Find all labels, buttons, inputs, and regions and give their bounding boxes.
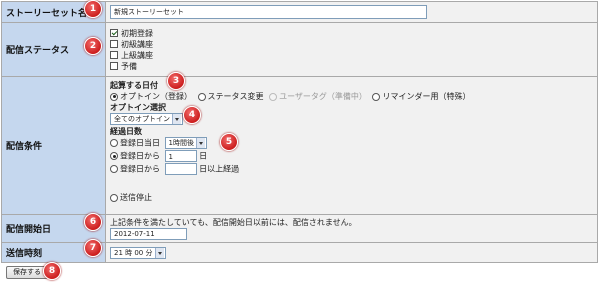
chevron-down-icon <box>154 247 164 258</box>
radio-label: ステータス変更 <box>207 92 264 101</box>
callout-badge-7: 7 <box>84 239 102 257</box>
radio-label: ユーザータグ（準備中） <box>279 92 367 101</box>
radio-label: リマインダー用（特殊） <box>382 92 471 101</box>
start-date-options: オプトイン（登録） ステータス変更 ユーザータグ（準備中） リマインダー用（特殊… <box>110 91 597 102</box>
callout-badge-2: 2 <box>84 37 102 55</box>
radio-icon[interactable] <box>197 92 206 101</box>
chevron-down-icon <box>172 114 181 124</box>
elapsed-row-2: 登録日から 1 日 <box>110 150 597 163</box>
status-option-advanced[interactable]: 上級講座 <box>110 50 597 61</box>
save-button[interactable]: 保存する <box>6 266 48 279</box>
status-option-label: 初期登録 <box>121 28 153 38</box>
checkbox-icon[interactable] <box>110 62 118 70</box>
delivery-start-note: 上記条件を満たしていても、配信開始日以前には、配信されません。 <box>110 218 357 227</box>
stop-sending-option[interactable]: 送信停止 <box>110 192 597 203</box>
elapsed-row-1: 登録日当日 1時間後 <box>110 137 597 150</box>
days-input[interactable]: 1 <box>164 150 197 162</box>
radio-label: オプトイン（登録） <box>120 92 192 101</box>
radio-label: 送信停止 <box>120 193 152 202</box>
radio-icon[interactable] <box>372 92 381 101</box>
status-option-spare[interactable]: 予備 <box>110 61 597 72</box>
story-name-input[interactable]: 新規ストーリーセット <box>110 5 427 19</box>
story-name-cell: 新規ストーリーセット <box>105 1 598 23</box>
radio-reminder[interactable]: リマインダー用（特殊） <box>372 92 470 101</box>
chevron-down-icon <box>196 138 206 148</box>
delivery-condition-label: 配信条件 <box>1 76 106 215</box>
callout-badge-8: 8 <box>43 262 61 280</box>
status-option-initial[interactable]: 初期登録 <box>110 28 597 39</box>
delivery-condition-row: 配信条件 起算する日付 オプトイン（登録） ステータス変更 ユーザータグ（準備中… <box>1 76 598 215</box>
elapsed-row-3: 登録日から 日以上経過 <box>110 163 597 176</box>
callout-badge-5: 5 <box>220 133 238 151</box>
callout-badge-1: 1 <box>84 0 102 18</box>
radio-label: 登録日から <box>120 151 160 161</box>
status-option-label: 上級講座 <box>121 50 153 60</box>
status-option-label: 初級講座 <box>121 39 153 49</box>
select-value: 21 時 00 分 <box>114 248 153 257</box>
checkbox-icon[interactable] <box>110 40 118 48</box>
radio-icon <box>269 92 278 101</box>
over-days-unit: 日以上経過 <box>199 164 240 174</box>
days-unit: 日 <box>199 151 208 161</box>
radio-optin[interactable]: オプトイン（登録） <box>110 92 192 101</box>
select-value: 全てのオプトイン <box>114 115 170 123</box>
status-option-beginner[interactable]: 初級講座 <box>110 39 597 50</box>
delivery-condition-cell: 起算する日付 オプトイン（登録） ステータス変更 ユーザータグ（準備中） リマイ… <box>105 76 598 215</box>
radio-status-change[interactable]: ステータス変更 <box>197 92 264 101</box>
send-time-cell: 21 時 00 分 <box>105 242 598 263</box>
radio-icon[interactable] <box>110 92 118 101</box>
delivery-start-cell: 上記条件を満たしていても、配信開始日以前には、配信されません。 2012-07-… <box>105 214 598 243</box>
delivery-status-cell: 初期登録 初級講座 上級講座 予備 <box>105 22 598 77</box>
over-days-input[interactable] <box>164 163 197 175</box>
delivery-start-input[interactable]: 2012-07-11 <box>110 228 187 240</box>
status-option-label: 予備 <box>121 61 137 71</box>
elapsed-heading: 経過日数 <box>110 127 142 136</box>
select-value: 1時間後 <box>168 139 195 147</box>
checkbox-icon[interactable] <box>110 51 118 59</box>
radio-user-tag: ユーザータグ（準備中） <box>269 92 367 101</box>
checkbox-icon[interactable] <box>110 29 118 37</box>
callout-badge-6: 6 <box>84 213 102 231</box>
radio-label: 登録日当日 <box>120 138 160 148</box>
callout-badge-3: 3 <box>167 72 185 90</box>
optin-select[interactable]: 全てのオプトイン <box>110 113 183 125</box>
radio-icon[interactable] <box>110 193 118 202</box>
callout-badge-4: 4 <box>183 106 201 124</box>
radio-icon[interactable] <box>110 152 118 160</box>
radio-icon[interactable] <box>110 165 118 173</box>
radio-icon[interactable] <box>110 139 118 147</box>
radio-label: 登録日から <box>120 164 160 174</box>
hours-select[interactable]: 1時間後 <box>164 137 208 149</box>
send-time-select[interactable]: 21 時 00 分 <box>110 246 166 259</box>
